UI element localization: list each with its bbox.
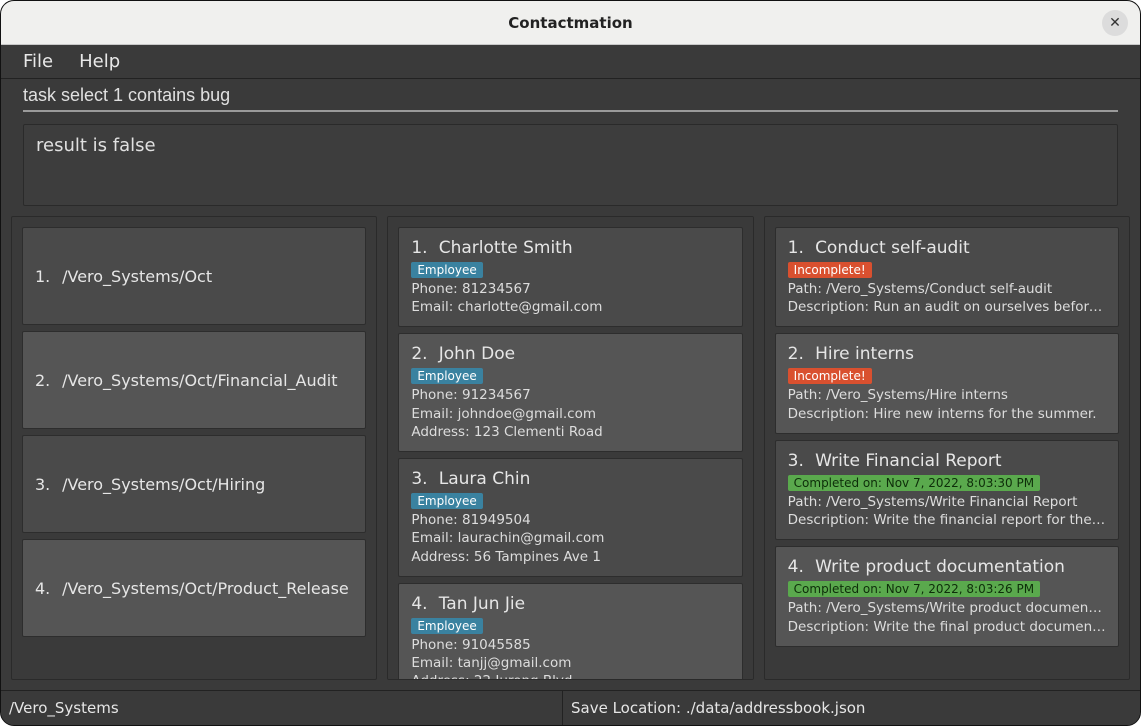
statusbar: /Vero_Systems Save Location: ./data/addr… (1, 690, 1140, 725)
task-desc: Description: Write the financial report … (788, 511, 1106, 529)
task-path: Path: /Vero_Systems/Conduct self-audit (788, 280, 1106, 298)
task-item[interactable]: 3. Write Financial Report Completed on: … (775, 440, 1119, 540)
contact-phone: Phone: 91045585 (411, 636, 729, 654)
status-badge: Incomplete! (788, 368, 872, 384)
contact-address: Address: 123 Clementi Road (411, 423, 729, 441)
tasks-panel[interactable]: 1. Conduct self-audit Incomplete! Path: … (764, 216, 1130, 680)
task-title: Hire interns (815, 344, 914, 364)
contact-name: Charlotte Smith (439, 238, 573, 258)
task-item[interactable]: 4. Write product documentation Completed… (775, 546, 1119, 646)
group-label: /Vero_Systems/Oct/Hiring (62, 475, 265, 494)
task-path: Path: /Vero_Systems/Hire interns (788, 386, 1106, 404)
task-title: Write product documentation (815, 557, 1065, 577)
result-box: result is false (23, 124, 1118, 206)
status-save-location: Save Location: ./data/addressbook.json (563, 691, 1140, 725)
result-text: result is false (36, 135, 156, 156)
menu-file[interactable]: File (23, 51, 53, 72)
contact-email: Email: charlotte@gmail.com (411, 298, 729, 316)
app-window: Contactmation ✕ File Help result is fals… (0, 0, 1141, 726)
group-label: /Vero_Systems/Oct/Product_Release (62, 579, 349, 598)
task-item[interactable]: 2. Hire interns Incomplete! Path: /Vero_… (775, 333, 1119, 433)
result-row: result is false (1, 116, 1140, 216)
contact-address: Address: 22 Jurong Blvd (411, 672, 729, 680)
group-label: /Vero_Systems/Oct/Financial_Audit (62, 371, 337, 390)
employee-badge: Employee (411, 262, 482, 278)
contact-phone: Phone: 81949504 (411, 511, 729, 529)
command-input[interactable] (23, 85, 1118, 106)
task-desc: Description: Hire new interns for the su… (788, 405, 1106, 423)
menu-help[interactable]: Help (79, 51, 120, 72)
menubar: File Help (1, 45, 1140, 79)
contacts-panel[interactable]: 1. Charlotte Smith Employee Phone: 81234… (387, 216, 753, 680)
contact-name: Tan Jun Jie (439, 594, 525, 614)
contact-name: Laura Chin (439, 469, 531, 489)
contact-phone: Phone: 91234567 (411, 386, 729, 404)
task-title: Write Financial Report (815, 451, 1002, 471)
task-desc: Description: Run an audit on ourselves b… (788, 298, 1106, 316)
group-item[interactable]: 1. /Vero_Systems/Oct (22, 227, 366, 325)
titlebar: Contactmation ✕ (1, 1, 1140, 45)
contact-item[interactable]: 3. Laura Chin Employee Phone: 81949504 E… (398, 458, 742, 577)
contact-phone: Phone: 81234567 (411, 280, 729, 298)
contact-email: Email: johndoe@gmail.com (411, 405, 729, 423)
task-path: Path: /Vero_Systems/Write Financial Repo… (788, 493, 1106, 511)
contact-name: John Doe (439, 344, 515, 364)
group-item[interactable]: 4. /Vero_Systems/Oct/Product_Release (22, 539, 366, 637)
contact-email: Email: laurachin@gmail.com (411, 529, 729, 547)
columns: 1. /Vero_Systems/Oct 2. /Vero_Systems/Oc… (1, 216, 1140, 690)
task-item[interactable]: 1. Conduct self-audit Incomplete! Path: … (775, 227, 1119, 327)
contact-email: Email: tanjj@gmail.com (411, 654, 729, 672)
group-item[interactable]: 2. /Vero_Systems/Oct/Financial_Audit (22, 331, 366, 429)
status-badge: Incomplete! (788, 262, 872, 278)
close-icon: ✕ (1109, 15, 1121, 31)
status-badge: Completed on: Nov 7, 2022, 8:03:26 PM (788, 581, 1040, 597)
window-title: Contactmation (508, 14, 632, 32)
contact-item[interactable]: 1. Charlotte Smith Employee Phone: 81234… (398, 227, 742, 327)
status-path: /Vero_Systems (1, 691, 563, 725)
contact-address: Address: 56 Tampines Ave 1 (411, 548, 729, 566)
groups-panel[interactable]: 1. /Vero_Systems/Oct 2. /Vero_Systems/Oc… (11, 216, 377, 680)
contact-item[interactable]: 4. Tan Jun Jie Employee Phone: 91045585 … (398, 583, 742, 680)
group-label: /Vero_Systems/Oct (62, 267, 212, 286)
employee-badge: Employee (411, 493, 482, 509)
command-row (1, 79, 1140, 116)
group-item[interactable]: 3. /Vero_Systems/Oct/Hiring (22, 435, 366, 533)
task-title: Conduct self-audit (815, 238, 970, 258)
contact-item[interactable]: 2. John Doe Employee Phone: 91234567 Ema… (398, 333, 742, 452)
status-badge: Completed on: Nov 7, 2022, 8:03:30 PM (788, 475, 1040, 491)
task-desc: Description: Write the final product doc… (788, 618, 1106, 636)
employee-badge: Employee (411, 618, 482, 634)
employee-badge: Employee (411, 368, 482, 384)
task-path: Path: /Vero_Systems/Write product docume… (788, 599, 1106, 617)
command-input-wrap (23, 85, 1118, 112)
close-button[interactable]: ✕ (1102, 10, 1128, 36)
